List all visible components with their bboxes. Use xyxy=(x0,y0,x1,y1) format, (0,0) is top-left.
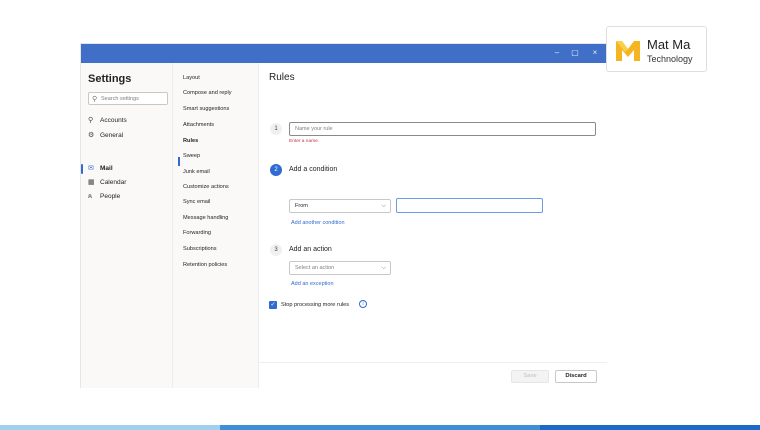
nav-item-mail[interactable]: ✉ Mail xyxy=(88,163,168,175)
search-icon: ⚲ xyxy=(92,96,98,103)
step-1-badge: 1 xyxy=(270,123,282,135)
footer-divider xyxy=(259,362,607,363)
condition-value: From xyxy=(295,203,308,209)
stop-processing-checkbox[interactable]: ✓ xyxy=(269,301,277,309)
close-button[interactable]: × xyxy=(588,47,602,59)
add-another-condition-link[interactable]: Add another condition xyxy=(291,220,345,226)
rule-name-placeholder: Name your rule xyxy=(295,126,333,132)
subnav-forwarding[interactable]: Forwarding xyxy=(183,229,211,237)
condition-value-input[interactable] xyxy=(396,198,543,213)
subnav-sweep[interactable]: Sweep xyxy=(183,152,200,160)
subnav-smart-suggestions[interactable]: Smart suggestions xyxy=(183,105,229,113)
maximize-button[interactable]: ▢ xyxy=(568,47,582,59)
footer-bar-dark xyxy=(540,425,760,430)
nav-label-mail: Mail xyxy=(100,165,113,172)
calendar-icon: ▦ xyxy=(88,179,95,186)
person-icon: ⚲ xyxy=(88,117,94,124)
subnav-sync-email[interactable]: Sync email xyxy=(183,198,210,206)
subnav-compose-and-reply[interactable]: Compose and reply xyxy=(183,89,232,97)
settings-nav: Settings ⚲ Search settings ⚲ Accounts ⚙ Ge… xyxy=(81,63,173,388)
subnav-rules[interactable]: Rules xyxy=(183,137,198,145)
step-3-badge: 3 xyxy=(270,244,282,256)
action-placeholder: Select an action xyxy=(295,265,335,271)
subnav-layout[interactable]: Layout xyxy=(183,74,200,82)
gear-icon: ⚙ xyxy=(88,132,95,139)
people-icon: ጰ xyxy=(88,193,93,200)
subnav-attachments[interactable]: Attachments xyxy=(183,121,214,129)
add-exception-link[interactable]: Add an exception xyxy=(291,281,334,287)
mail-subnav: Layout Compose and reply Smart suggestio… xyxy=(173,63,259,388)
subnav-subscriptions[interactable]: Subscriptions xyxy=(183,245,217,253)
add-condition-label: Add a condition xyxy=(289,166,338,173)
subnav-message-handling[interactable]: Message handling xyxy=(183,214,228,222)
stop-processing-label: Stop processing more rules xyxy=(281,302,350,308)
mail-icon: ✉ xyxy=(88,165,94,172)
brand-tagline: Technology xyxy=(647,54,693,64)
title-bar: – ▢ × xyxy=(81,44,606,63)
nav-label-accounts: Accounts xyxy=(100,117,127,124)
page-title: Rules xyxy=(269,72,295,83)
nav-item-general[interactable]: ⚙ General xyxy=(88,130,168,142)
subnav-retention-policies[interactable]: Retention policies xyxy=(183,261,227,269)
nav-label-general: General xyxy=(100,132,124,139)
subnav-junk-email[interactable]: Junk email xyxy=(183,168,210,176)
rule-name-input[interactable]: Name your rule xyxy=(289,122,596,136)
discard-button[interactable]: Discard xyxy=(555,370,597,383)
rule-name-error: Enter a name. xyxy=(289,139,320,144)
info-icon[interactable]: i xyxy=(359,300,367,308)
nav-label-calendar: Calendar xyxy=(100,179,127,186)
brand-logo-card: Mat Ma Technology xyxy=(606,26,707,72)
subnav-active-indicator xyxy=(178,157,180,166)
nav-item-accounts[interactable]: ⚲ Accounts xyxy=(88,115,168,127)
settings-window: – ▢ × Settings ⚲ Search settings ⚲ Accoun… xyxy=(80,43,607,388)
minimize-button[interactable]: – xyxy=(550,47,564,59)
active-indicator xyxy=(81,164,83,174)
subnav-customize-actions[interactable]: Customize actions xyxy=(183,183,229,191)
brand-name: Mat Ma xyxy=(647,37,691,52)
rules-panel: Rules 1 Name your rule Enter a name. 2 A… xyxy=(259,63,607,388)
nav-label-people: People xyxy=(100,193,121,200)
search-placeholder: Search settings xyxy=(101,96,139,102)
nav-item-calendar[interactable]: ▦ Calendar xyxy=(88,177,168,189)
step-2-badge: 2 xyxy=(270,164,282,176)
action-dropdown[interactable]: Select an action ⌵ xyxy=(289,261,391,275)
save-button[interactable]: Save xyxy=(511,370,549,383)
nav-item-people[interactable]: ጰ People xyxy=(88,191,168,203)
chevron-down-icon: ⌵ xyxy=(381,265,386,271)
add-action-label: Add an action xyxy=(289,246,332,253)
settings-title: Settings xyxy=(88,73,132,85)
footer-bar-light xyxy=(0,425,220,430)
footer-bar-mid xyxy=(220,425,540,430)
condition-dropdown[interactable]: From ⌵ xyxy=(289,199,391,213)
search-input[interactable]: ⚲ Search settings xyxy=(88,92,168,105)
chevron-down-icon: ⌵ xyxy=(381,203,386,209)
brand-logo-icon xyxy=(616,41,640,61)
